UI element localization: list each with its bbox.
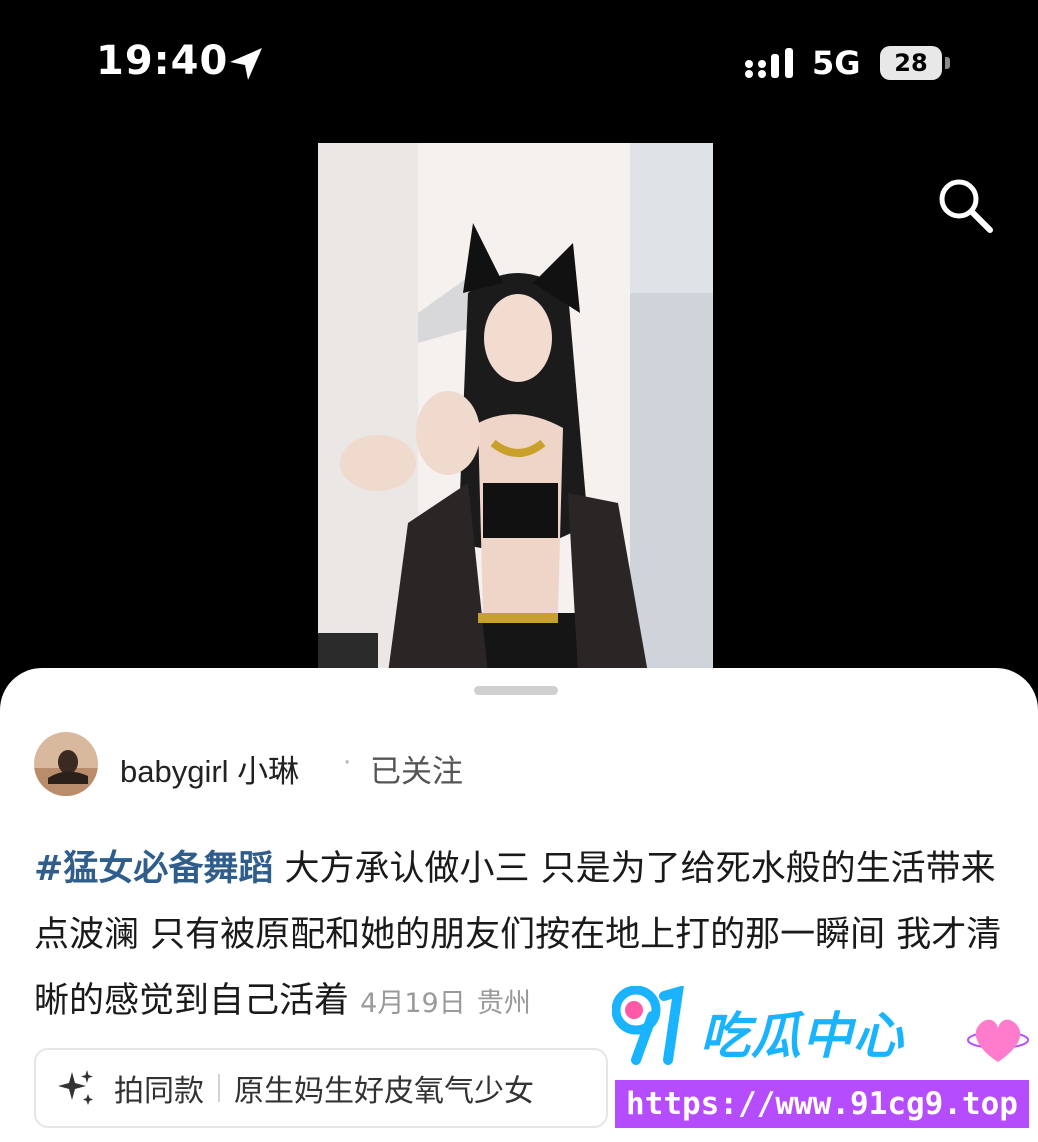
location-arrow-icon [230, 48, 262, 80]
chip-label: 拍同款 [114, 1074, 204, 1109]
chip-tag: 原生妈生好皮氧气少女 [234, 1074, 534, 1109]
chip-divider [218, 1074, 220, 1102]
same-style-chip[interactable]: 拍同款 原生妈生好皮氧气少女 [34, 1048, 608, 1128]
video-player[interactable] [318, 143, 713, 673]
username[interactable]: babygirl 小琳 [120, 746, 299, 791]
network-type: 5G [812, 44, 861, 82]
separator-dot: · [343, 748, 352, 778]
battery-indicator: 28 [880, 46, 942, 80]
search-icon[interactable] [934, 174, 996, 236]
video-frame-image [318, 143, 713, 673]
avatar[interactable] [34, 732, 98, 796]
follow-status-button[interactable]: 已关注 [370, 746, 463, 791]
watermark-title: 吃瓜中心 [700, 1007, 904, 1065]
status-time: 19:40 [96, 38, 229, 84]
watermark-url: https://www.91cg9.top [615, 1080, 1029, 1128]
battery-tip [945, 57, 950, 69]
post-location: 贵州 [476, 988, 531, 1019]
sparkle-icon [58, 1070, 93, 1105]
sheet-drag-handle[interactable] [474, 686, 558, 695]
comment-sheet: babygirl 小琳 · 已关注 #猛女必备舞蹈 大方承认做小三 只是为了给死… [0, 668, 1038, 1142]
hashtag-link[interactable]: #猛女必备舞蹈 [34, 849, 273, 889]
battery-level: 28 [894, 49, 928, 77]
heart-icon [967, 1019, 1029, 1062]
watermark-91-logo [612, 986, 684, 1065]
post-date: 4月19日 [360, 988, 466, 1019]
signal-icon [745, 48, 793, 78]
